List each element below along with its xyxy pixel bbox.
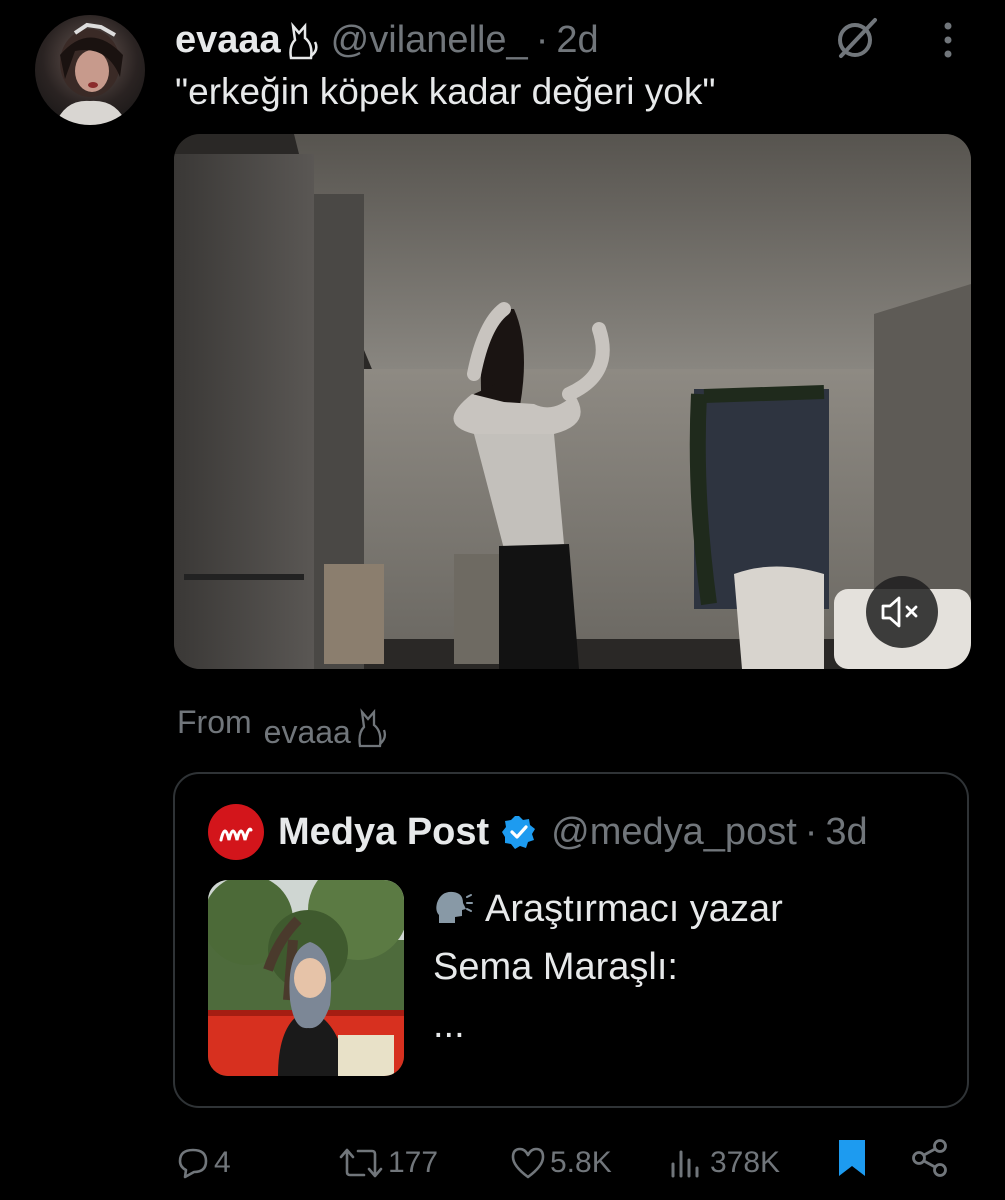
author-handle[interactable]: @vilanelle_ — [331, 16, 528, 64]
share-icon — [912, 1139, 947, 1177]
quoted-tweet[interactable]: Medya Post @medya_post · 3d Araştırmacı … — [173, 772, 969, 1108]
quoted-text-1: Araştırmacı yazar — [485, 888, 783, 930]
quoted-text-line-1: Araştırmacı yazar — [433, 880, 933, 938]
views-button[interactable]: 378K — [668, 1138, 780, 1188]
like-button[interactable]: 5.8K — [510, 1138, 612, 1188]
quoted-tweet-text: Araştırmacı yazar Sema Maraşlı: ... — [433, 880, 933, 1054]
avatar-image — [55, 22, 127, 125]
repost-count: 177 — [388, 1146, 439, 1179]
reply-button[interactable]: 4 — [176, 1138, 231, 1188]
cat-emoji-icon — [358, 708, 386, 748]
video-attribution: From evaaa — [177, 700, 387, 750]
repost-button[interactable]: 177 — [338, 1138, 438, 1188]
quoted-timestamp[interactable]: 3d — [825, 804, 867, 860]
medya-post-avatar[interactable] — [208, 804, 264, 860]
thumbnail-image — [208, 880, 404, 1076]
tweet-video[interactable] — [174, 134, 971, 669]
speaking-head-icon — [436, 891, 473, 923]
from-author-name[interactable]: evaaa — [264, 712, 351, 752]
quoted-tweet-thumbnail[interactable] — [208, 880, 404, 1076]
heart-icon — [511, 1147, 545, 1179]
avatar[interactable] — [35, 15, 145, 125]
mute-button[interactable] — [866, 576, 938, 648]
reply-icon — [178, 1148, 208, 1179]
tweet-action-bar: 4 177 5.8K 378K — [0, 1138, 1005, 1188]
more-options-icon[interactable] — [938, 20, 958, 60]
like-count: 5.8K — [550, 1146, 612, 1179]
header-separator: · — [535, 19, 549, 61]
tweet-header: evaaa @vilanelle_ · 2d — [175, 16, 599, 64]
mute-speaker-icon — [881, 596, 918, 628]
quoted-tweet-header: Medya Post @medya_post · 3d — [208, 804, 868, 860]
medya-post-logo-icon — [219, 827, 253, 842]
cat-emoji-icon — [288, 21, 318, 60]
repost-icon — [339, 1148, 383, 1178]
quoted-text-line-3: ... — [433, 1004, 465, 1046]
share-button[interactable] — [910, 1138, 954, 1178]
quoted-header-separator: · — [804, 811, 818, 853]
bookmark-button[interactable] — [836, 1138, 872, 1178]
grok-icon[interactable] — [833, 14, 881, 62]
views-count: 378K — [710, 1146, 781, 1179]
quoted-author-handle[interactable]: @medya_post — [551, 804, 797, 860]
tweet-timestamp[interactable]: 2d — [556, 16, 598, 64]
quoted-author-name[interactable]: Medya Post — [278, 804, 489, 860]
quoted-text-line-2: Sema Maraşlı: — [433, 946, 678, 988]
analytics-views-icon — [671, 1150, 699, 1178]
bookmark-icon — [839, 1140, 865, 1176]
verified-badge-icon — [502, 816, 536, 849]
reply-count: 4 — [214, 1146, 231, 1179]
video-frame — [174, 134, 971, 669]
tweet-text: "erkeğin köpek kadar değeri yok" — [175, 71, 716, 112]
from-label: From — [177, 704, 252, 740]
author-display-name[interactable]: evaaa — [175, 16, 281, 64]
